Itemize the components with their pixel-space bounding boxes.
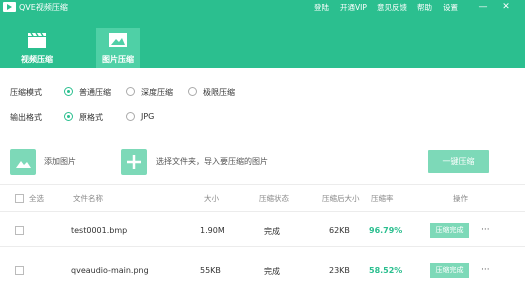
header-actions: 操作 — [453, 194, 468, 203]
header-divider — [0, 211, 525, 212]
mode-extreme-label: 极限压缩 — [203, 88, 235, 97]
feedback-link[interactable]: 意见反馈 — [377, 2, 407, 13]
row-more-button[interactable]: ··· — [481, 265, 490, 275]
row-compressed-size: 23KB — [329, 266, 350, 275]
header-rate: 压缩率 — [371, 194, 394, 203]
row-status: 完成 — [264, 267, 280, 276]
row-checkbox[interactable] — [15, 266, 24, 275]
format-original-label: 原格式 — [79, 113, 103, 122]
format-jpg-label: JPG — [141, 112, 155, 121]
format-original-radio[interactable] — [64, 112, 73, 121]
header-filename: 文件名称 — [73, 194, 103, 203]
tab-image-compress[interactable]: 图片压缩 — [96, 28, 140, 68]
clapperboard-icon — [28, 32, 46, 48]
help-link[interactable]: 帮助 — [417, 2, 432, 13]
login-link[interactable]: 登陆 — [314, 2, 329, 13]
row-rate: 58.52% — [369, 266, 403, 275]
row-compress-done-button[interactable]: 压缩完成 — [430, 223, 469, 238]
minimize-button[interactable]: — — [477, 1, 489, 13]
row-checkbox[interactable] — [15, 226, 24, 235]
row-filename: test0001.bmp — [71, 226, 128, 235]
app-window: QVE视频压缩 登陆 开通VIP 意见反馈 帮助 设置 — ✕ 视频压缩 图片压… — [0, 0, 525, 301]
settings-link[interactable]: 设置 — [443, 2, 458, 13]
mode-normal-label: 普通压缩 — [79, 88, 111, 97]
row-size: 55KB — [200, 266, 221, 275]
mode-deep-radio[interactable] — [126, 87, 135, 96]
compress-all-button[interactable]: 一键压缩 — [428, 150, 489, 173]
app-logo-icon — [3, 2, 16, 12]
row-compressed-size: 62KB — [329, 226, 350, 235]
compress-mode-label: 压缩模式 — [10, 88, 42, 97]
header-size: 大小 — [204, 194, 219, 203]
row-divider — [0, 246, 525, 247]
close-button[interactable]: ✕ — [500, 1, 512, 13]
image-icon — [109, 33, 127, 47]
plus-icon — [127, 155, 141, 169]
add-image-label[interactable]: 添加图片 — [44, 156, 76, 167]
header-status: 压缩状态 — [259, 194, 289, 203]
tab-video-compress[interactable]: 视频压缩 — [15, 28, 59, 68]
mode-deep-label: 深度压缩 — [141, 88, 173, 97]
header-select-all: 全选 — [29, 194, 44, 203]
add-folder-button[interactable] — [121, 149, 147, 175]
row-rate: 96.79% — [369, 226, 403, 235]
table-top-divider — [0, 184, 525, 185]
select-folder-label[interactable]: 选择文件夹，导入要压缩的图片 — [156, 156, 268, 167]
row-more-button[interactable]: ··· — [481, 225, 490, 235]
row-compress-done-button[interactable]: 压缩完成 — [430, 263, 469, 278]
select-all-checkbox[interactable] — [15, 194, 24, 203]
header-compressed-size: 压缩后大小 — [322, 194, 360, 203]
header: QVE视频压缩 登陆 开通VIP 意见反馈 帮助 设置 — ✕ 视频压缩 图片压… — [0, 0, 525, 68]
output-format-label: 输出格式 — [10, 113, 42, 122]
tab-label: 视频压缩 — [21, 55, 53, 64]
row-size: 1.90M — [200, 226, 225, 235]
row-status: 完成 — [264, 227, 280, 236]
tab-label: 图片压缩 — [102, 55, 134, 64]
mode-extreme-radio[interactable] — [188, 87, 197, 96]
add-image-button[interactable] — [10, 149, 36, 175]
app-title: QVE视频压缩 — [19, 3, 68, 12]
title-bar: QVE视频压缩 登陆 开通VIP 意见反馈 帮助 设置 — ✕ — [0, 0, 525, 14]
vip-link[interactable]: 开通VIP — [340, 2, 367, 13]
mode-normal-radio[interactable] — [64, 87, 73, 96]
format-jpg-radio[interactable] — [126, 112, 135, 121]
mountain-image-icon — [16, 161, 31, 168]
row-filename: qveaudio-main.png — [71, 266, 149, 275]
